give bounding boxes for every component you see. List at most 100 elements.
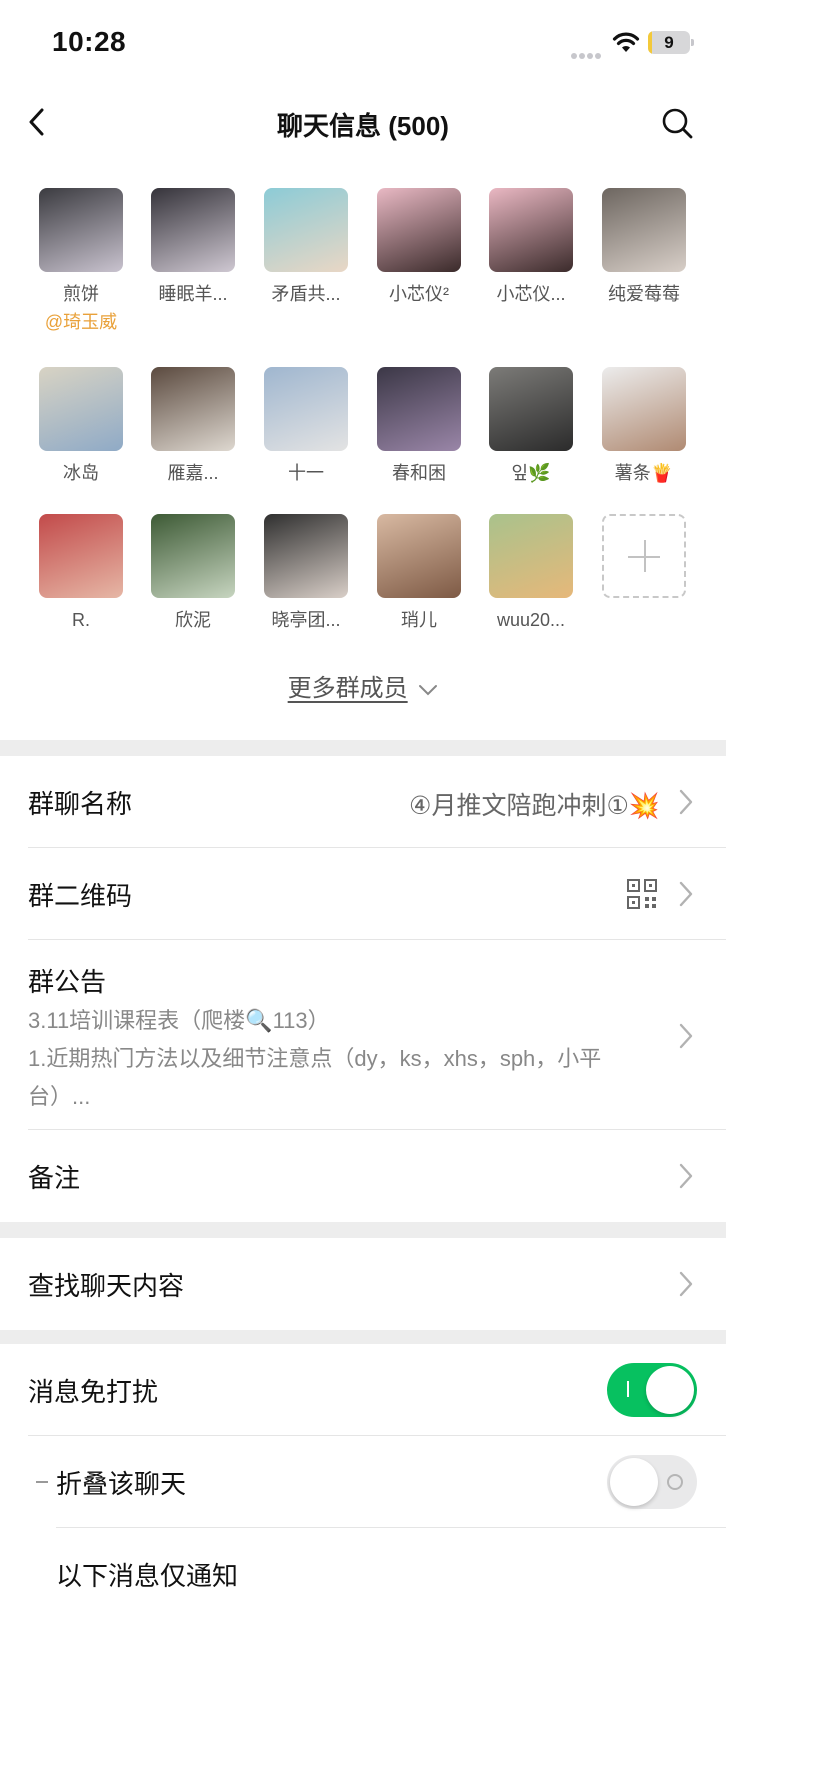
member-item[interactable]: 煎饼 @琦玉威	[31, 188, 131, 334]
member-item[interactable]: 矛盾共...	[256, 188, 356, 306]
member-name: 冰岛	[63, 463, 99, 483]
section-gap	[0, 1330, 726, 1344]
avatar	[151, 367, 235, 451]
avatar	[39, 514, 123, 598]
avatar	[264, 367, 348, 451]
group-name-row[interactable]: 群聊名称 ④月推文陪跑冲刺①💥	[0, 756, 726, 848]
add-member-button[interactable]	[594, 514, 694, 598]
member-name: 春和困	[392, 463, 446, 483]
fold-chat-label: 折叠该聊天	[56, 1469, 187, 1499]
chevron-right-icon	[679, 789, 693, 815]
avatar	[377, 367, 461, 451]
avatar	[602, 367, 686, 451]
avatar	[151, 514, 235, 598]
member-name: 琑儿	[401, 610, 437, 630]
group-qr-row[interactable]: 群二维码	[0, 848, 726, 940]
avatar	[377, 514, 461, 598]
mute-label: 消息免打扰	[28, 1377, 159, 1407]
member-item[interactable]: 雁嘉...	[143, 367, 243, 485]
wifi-icon	[612, 32, 640, 52]
remark-row[interactable]: 备注	[0, 1130, 726, 1222]
member-name: 晓亭团...	[271, 610, 341, 630]
member-item[interactable]: 冰岛	[31, 367, 131, 485]
search-chat-label: 查找聊天内容	[28, 1271, 185, 1301]
section-gap	[0, 740, 726, 756]
battery-level: 9	[664, 33, 674, 52]
search-chat-row[interactable]: 查找聊天内容	[0, 1238, 726, 1330]
mute-row: 消息免打扰	[0, 1344, 726, 1436]
battery-indicator: 9	[648, 31, 694, 54]
announcement-label: 群公告	[28, 967, 107, 997]
group-announcement-row[interactable]: 群公告 3.11培训课程表（爬楼🔍113） 1.近期热门方法以及细节注意点（dy…	[0, 940, 726, 1130]
more-members-label: 更多群成员	[287, 675, 408, 702]
member-item[interactable]: R.	[31, 514, 131, 632]
chevron-down-icon	[419, 684, 438, 696]
notify-only-label: 以下消息仅通知	[56, 1561, 239, 1591]
avatar	[377, 188, 461, 272]
announcement-line-2: 1.近期热门方法以及细节注意点（dy，ks，xhs，sph，小平台）...	[28, 1046, 602, 1109]
group-name-label: 群聊名称	[28, 789, 133, 819]
avatar	[489, 514, 573, 598]
notify-only-row[interactable]: 以下消息仅通知	[0, 1528, 726, 1591]
member-item[interactable]: 琑儿	[369, 514, 469, 632]
status-time: 10:28	[52, 26, 127, 57]
avatar	[489, 188, 573, 272]
member-item[interactable]: 잎🌿	[481, 367, 581, 485]
member-name: 纯爱莓莓	[608, 284, 680, 304]
search-icon[interactable]	[660, 106, 694, 140]
toggle-knob	[610, 1458, 658, 1506]
fold-chat-row: 折叠该聊天	[0, 1436, 726, 1528]
nav-bar: 聊天信息 (500)	[0, 86, 726, 158]
avatar	[151, 188, 235, 272]
avatar	[39, 188, 123, 272]
member-item[interactable]: 春和困	[369, 367, 469, 485]
avatar	[39, 367, 123, 451]
member-name: wuu20...	[496, 610, 566, 630]
plus-icon	[602, 514, 686, 598]
announcement-preview: 3.11培训课程表（爬楼🔍113） 1.近期热门方法以及细节注意点（dy，ks，…	[28, 1002, 660, 1116]
member-item[interactable]: 欣泥	[143, 514, 243, 632]
status-bar: 10:28 9	[0, 0, 726, 86]
avatar	[264, 514, 348, 598]
avatar	[489, 367, 573, 451]
mute-toggle[interactable]	[607, 1363, 697, 1417]
group-name-value: ④月推文陪跑冲刺①💥	[409, 792, 660, 820]
toggle-knob	[646, 1366, 694, 1414]
group-qr-label: 群二维码	[28, 881, 133, 911]
member-name: R.	[72, 610, 90, 630]
section-gap	[0, 1222, 726, 1238]
avatar	[264, 188, 348, 272]
member-item[interactable]: 薯条🍟	[594, 367, 694, 485]
qr-code-icon	[627, 879, 657, 909]
cellular-signal-icon	[571, 46, 605, 59]
member-item[interactable]: 纯爱莓莓	[594, 188, 694, 306]
member-item[interactable]: 晓亭团...	[256, 514, 356, 632]
member-mention: @琦玉威	[44, 312, 118, 332]
member-name: 十一	[288, 463, 324, 483]
more-members-link[interactable]: 更多群成员	[0, 668, 726, 703]
member-name: 잎🌿	[511, 463, 551, 483]
member-name: 薯条🍟	[614, 463, 674, 483]
member-name: 小芯仪...	[496, 284, 566, 304]
member-item[interactable]: 睡眠羊...	[143, 188, 243, 306]
member-name: 欣泥	[175, 610, 211, 630]
member-name: 雁嘉...	[167, 463, 219, 483]
member-item[interactable]: 小芯仪...	[481, 188, 581, 306]
chevron-right-icon	[679, 881, 693, 907]
fold-chat-toggle[interactable]	[607, 1455, 697, 1509]
announcement-line-1: 3.11培训课程表（爬楼🔍113）	[28, 1008, 330, 1033]
page-title: 聊天信息 (500)	[277, 111, 449, 141]
member-name: 煎饼	[63, 284, 99, 304]
member-name: 睡眠羊...	[158, 284, 228, 304]
sub-item-dash	[36, 1481, 48, 1483]
member-item[interactable]: 小芯仪²	[369, 188, 469, 306]
avatar	[602, 188, 686, 272]
chevron-right-icon	[679, 1023, 693, 1049]
member-name: 矛盾共...	[271, 284, 341, 304]
member-item[interactable]: wuu20...	[481, 514, 581, 632]
chevron-right-icon	[679, 1163, 693, 1189]
member-item[interactable]: 十一	[256, 367, 356, 485]
member-name: 小芯仪²	[389, 284, 449, 304]
chevron-right-icon	[679, 1271, 693, 1297]
remark-label: 备注	[28, 1163, 81, 1193]
